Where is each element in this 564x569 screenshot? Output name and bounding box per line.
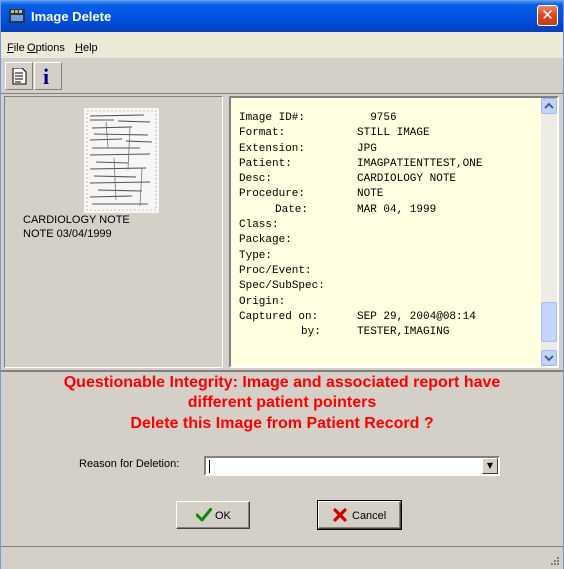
text-caret bbox=[209, 460, 210, 473]
document-icon bbox=[12, 68, 27, 85]
menu-file[interactable]: File bbox=[7, 42, 25, 54]
close-icon: ✕ bbox=[541, 6, 554, 24]
cancel-button[interactable]: Cancel bbox=[317, 500, 402, 530]
x-icon bbox=[333, 508, 347, 522]
info-value: STILL IMAGE bbox=[357, 127, 430, 140]
info-value: JPG bbox=[357, 142, 377, 155]
info-key: Proc/Event: bbox=[239, 264, 312, 277]
info-row: Extension: JPG bbox=[239, 142, 539, 157]
reason-dropdown-button[interactable]: ▼ bbox=[482, 458, 498, 474]
info-key: Captured on: bbox=[239, 310, 319, 323]
menu-help-label: Help bbox=[75, 42, 98, 54]
info-key: Procedure: bbox=[239, 188, 306, 201]
info-value: 9756 bbox=[357, 112, 397, 124]
menu-file-label: File bbox=[7, 42, 25, 54]
info-row: Desc: CARDIOLOGY NOTE bbox=[239, 172, 539, 187]
title-bar[interactable]: Image Delete ✕ bbox=[1, 1, 563, 32]
image-delete-window: Image Delete ✕ File Options Help i CARDI… bbox=[0, 0, 564, 569]
info-key: Origin: bbox=[239, 295, 286, 308]
info-row: Image ID#: 9756 bbox=[239, 111, 539, 126]
info-key: Date: bbox=[275, 203, 309, 216]
image-info-text: Image ID#: 9756 Format: STILL IMAGE Extensi… bbox=[239, 111, 539, 340]
status-bar bbox=[1, 546, 563, 569]
info-value: CARDIOLOGY NOTE bbox=[357, 173, 457, 186]
info-key: by: bbox=[301, 326, 321, 339]
menu-bar: File Options Help bbox=[1, 32, 563, 58]
info-key: Spec/SubSpec: bbox=[239, 280, 325, 293]
info-value: IMAGPATIENTTEST,ONE bbox=[357, 157, 483, 170]
thumbnail-panel: CARDIOLOGY NOTE NOTE 03/04/1999 bbox=[4, 96, 223, 368]
info-value: NOTE bbox=[357, 188, 384, 201]
view-report-button[interactable] bbox=[5, 62, 33, 90]
info-key: Desc: bbox=[239, 173, 273, 186]
cancel-label: Cancel bbox=[352, 510, 387, 522]
chevron-down-icon bbox=[544, 355, 554, 362]
delete-question: Delete this Image from Patient Record ? bbox=[130, 415, 434, 432]
film-strip-icon bbox=[9, 9, 25, 23]
thumbnail-caption-line1: CARDIOLOGY NOTE bbox=[23, 214, 130, 226]
divider bbox=[1, 370, 563, 372]
thumbnail-caption-line2: NOTE 03/04/1999 bbox=[23, 228, 112, 240]
info-value: MAR 04, 1999 bbox=[357, 203, 437, 216]
ok-label: OK bbox=[215, 510, 231, 522]
info-row: Type: bbox=[239, 249, 539, 264]
dropdown-arrow-icon: ▼ bbox=[486, 461, 494, 470]
chevron-up-icon bbox=[544, 102, 554, 109]
resize-grip-icon[interactable] bbox=[548, 554, 560, 566]
info-key: Image ID#: bbox=[239, 112, 306, 124]
info-row: Format: STILL IMAGE bbox=[239, 126, 539, 141]
scroll-up-button[interactable] bbox=[541, 98, 557, 114]
info-key: Extension: bbox=[239, 142, 306, 155]
info-row: Captured on: SEP 29, 2004@08:14 bbox=[239, 310, 539, 325]
toolbar: i bbox=[1, 58, 563, 94]
info-key: Format: bbox=[239, 127, 286, 140]
checkmark-icon bbox=[196, 508, 212, 522]
window-title: Image Delete bbox=[31, 9, 112, 24]
info-icon: i bbox=[43, 64, 50, 89]
close-button[interactable]: ✕ bbox=[537, 5, 558, 26]
scroll-down-button[interactable] bbox=[541, 350, 557, 366]
reason-dropdown[interactable]: ▼ bbox=[204, 456, 500, 476]
reason-label: Reason for Deletion: bbox=[79, 458, 180, 470]
info-row: Package: bbox=[239, 233, 539, 248]
info-row: by: TESTER,IMAGING bbox=[239, 325, 539, 340]
scroll-thumb[interactable] bbox=[541, 302, 557, 342]
warning-line1: Questionable Integrity: Image and associ… bbox=[63, 374, 501, 391]
info-row: Patient: IMAGPATIENTTEST,ONE bbox=[239, 157, 539, 172]
image-info-panel: Image ID#: 9756 Format: STILL IMAGE Extensi… bbox=[229, 96, 559, 368]
info-key: Package: bbox=[239, 234, 292, 247]
menu-options[interactable]: Options bbox=[27, 42, 65, 54]
info-row: Date: MAR 04, 1999 bbox=[239, 203, 539, 218]
info-row: Proc/Event: bbox=[239, 264, 539, 279]
info-row: Procedure: NOTE bbox=[239, 187, 539, 202]
info-row: Origin: bbox=[239, 295, 539, 310]
info-value: SEP 29, 2004@08:14 bbox=[357, 310, 476, 323]
ok-button[interactable]: OK bbox=[176, 501, 250, 529]
info-value: TESTER,IMAGING bbox=[357, 326, 450, 339]
menu-help[interactable]: Help bbox=[75, 42, 98, 54]
info-key: Class: bbox=[239, 219, 279, 232]
image-thumbnail[interactable] bbox=[84, 108, 159, 213]
info-key: Patient: bbox=[239, 157, 292, 170]
info-row: Spec/SubSpec: bbox=[239, 279, 539, 294]
info-row: Class: bbox=[239, 218, 539, 233]
warning-line2: different patient pointers bbox=[187, 394, 377, 411]
menu-options-label: Options bbox=[27, 42, 65, 54]
info-key: Type: bbox=[239, 249, 273, 262]
image-info-button[interactable]: i bbox=[34, 62, 62, 90]
info-vertical-scrollbar[interactable] bbox=[541, 98, 557, 366]
